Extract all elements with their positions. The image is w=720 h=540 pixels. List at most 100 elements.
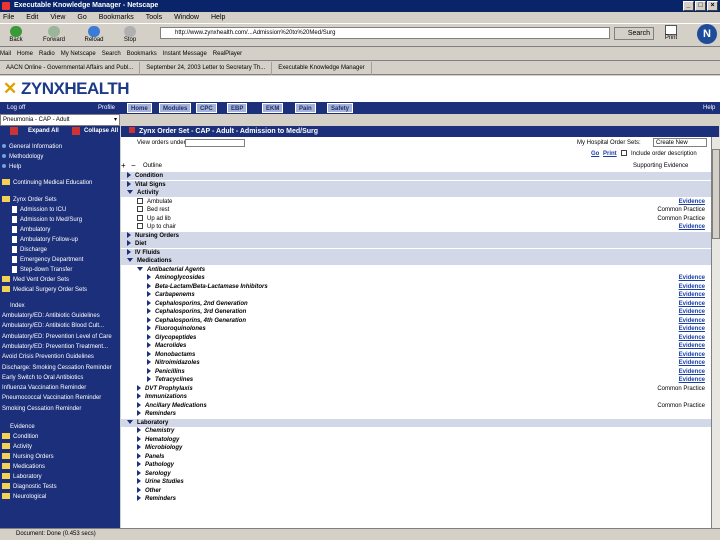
personal-toolbar-item[interactable]: Bookmarks [127, 47, 157, 61]
order-set-folder[interactable]: Medical Surgery Order Sets [2, 286, 87, 295]
triangle-right-icon[interactable] [137, 410, 141, 417]
back-button[interactable]: Back [4, 26, 28, 46]
order-row[interactable]: Reminders [121, 410, 711, 418]
order-row[interactable]: Antibacterial Agents [121, 266, 711, 274]
order-set-link[interactable]: Discharge [12, 246, 47, 255]
evidence-link[interactable]: Nursing Orders [2, 453, 54, 462]
index-link[interactable]: Influenza Vaccination Reminder [2, 384, 86, 393]
order-item[interactable]: Monobactams [147, 350, 195, 359]
browser-tab[interactable]: September 24, 2003 Letter to Secretary T… [140, 62, 273, 75]
order-row[interactable]: Activity [121, 189, 711, 197]
order-row[interactable]: Penicillins Evidence [121, 367, 711, 376]
order-row[interactable]: Urine Studies [121, 478, 711, 486]
triangle-down-icon[interactable] [127, 258, 133, 263]
personal-toolbar-item[interactable]: Search [102, 47, 121, 61]
order-row[interactable]: Aminoglycosides Evidence [121, 274, 711, 282]
order-row[interactable]: Cephalosporins, 3rd Generation Evidence [121, 308, 711, 316]
evidence-link[interactable]: Evidence [679, 223, 705, 231]
triangle-right-icon[interactable] [147, 376, 151, 383]
order-row[interactable]: Chemistry [121, 427, 711, 435]
outline-collapse-button[interactable]: − [131, 162, 136, 170]
triangle-right-icon[interactable] [147, 333, 151, 340]
order-row[interactable]: Cephalosporins, 2nd Generation Evidence [121, 299, 711, 308]
nav-ekm[interactable]: EKM [262, 103, 284, 113]
checkbox-icon[interactable] [137, 223, 143, 230]
order-item[interactable]: Immunizations [137, 393, 187, 401]
triangle-right-icon[interactable] [137, 444, 141, 451]
order-item[interactable]: Condition [127, 172, 163, 180]
triangle-right-icon[interactable] [147, 359, 151, 366]
scrollbar-thumb[interactable] [712, 149, 720, 239]
evidence-link[interactable]: Evidence [679, 368, 705, 376]
order-item[interactable]: Cephalosporins, 4th Generation [147, 316, 246, 325]
order-set-link[interactable]: Admission to Med/Surg [12, 216, 82, 225]
order-row[interactable]: Tetracyclines Evidence [121, 376, 711, 384]
order-item[interactable]: Other [137, 486, 161, 495]
triangle-right-icon[interactable] [147, 367, 151, 374]
triangle-right-icon[interactable] [137, 384, 141, 391]
order-row[interactable]: DVT Prophylaxis Common Practice [121, 384, 711, 393]
order-row[interactable]: Pathology [121, 461, 711, 469]
main-scrollbar[interactable] [711, 137, 720, 528]
order-row[interactable]: Cephalosporins, 4th Generation Evidence [121, 316, 711, 325]
order-row[interactable]: Glycopeptides Evidence [121, 333, 711, 342]
triangle-right-icon[interactable] [137, 469, 141, 476]
index-link[interactable]: Discharge: Smoking Cessation Reminder [2, 364, 112, 373]
triangle-down-icon[interactable] [127, 419, 133, 424]
order-item[interactable]: Panels [137, 452, 164, 461]
order-row[interactable]: Nursing Orders [121, 231, 711, 240]
menu-item[interactable]: File [3, 14, 14, 21]
personal-toolbar-item[interactable]: RealPlayer [213, 47, 242, 61]
url-input[interactable]: http://www.zynxhealth.com/...Admission%2… [160, 27, 610, 39]
print-link[interactable]: Print [603, 150, 617, 158]
order-item[interactable]: Up ad lib [137, 214, 171, 223]
triangle-right-icon[interactable] [147, 291, 151, 298]
triangle-right-icon[interactable] [127, 248, 131, 255]
triangle-right-icon[interactable] [137, 435, 141, 442]
order-item[interactable]: Reminders [137, 410, 176, 418]
evidence-link[interactable]: Diagnostic Tests [2, 483, 57, 492]
profile-link[interactable]: Profile [95, 103, 118, 113]
evidence-link[interactable]: Evidence [679, 334, 705, 342]
print-button[interactable]: Print [660, 24, 682, 46]
nav-home[interactable]: Home [127, 103, 152, 113]
workflow-select[interactable]: Pneumonia - CAP - Adult ▾ [0, 114, 120, 126]
checkbox-icon[interactable] [137, 197, 143, 204]
order-row[interactable]: Other [121, 486, 711, 495]
order-item[interactable]: Vital Signs [127, 180, 166, 189]
triangle-right-icon[interactable] [137, 461, 141, 468]
order-item[interactable]: Beta-Lactam/Beta-Lactamase Inhibitors [147, 282, 268, 291]
help-link[interactable]: Help [700, 103, 718, 113]
order-set-link[interactable]: Admission to ICU [12, 206, 66, 215]
personal-toolbar-item[interactable]: Mail [0, 47, 11, 61]
triangle-right-icon[interactable] [127, 231, 131, 238]
order-set-folder[interactable]: Med Vent Order Sets [2, 276, 69, 285]
order-row[interactable]: Ancillary Medications Common Practice [121, 401, 711, 410]
evidence-link[interactable]: Evidence [679, 317, 705, 325]
evidence-link[interactable]: Evidence [679, 283, 705, 291]
order-item[interactable]: Chemistry [137, 427, 174, 435]
personal-toolbar-item[interactable]: My Netscape [61, 47, 96, 61]
evidence-link[interactable]: Laboratory [2, 473, 42, 482]
order-row[interactable]: Monobactams Evidence [121, 350, 711, 359]
nav-pain[interactable]: Pain [295, 103, 316, 113]
triangle-right-icon[interactable] [147, 274, 151, 281]
checkbox-icon[interactable] [137, 214, 143, 221]
evidence-link[interactable]: Evidence [679, 308, 705, 316]
triangle-right-icon[interactable] [137, 393, 141, 400]
triangle-right-icon[interactable] [147, 350, 151, 357]
index-link[interactable]: Ambulatory/ED: Antibiotic Guidelines [2, 312, 100, 321]
order-item[interactable]: Cephalosporins, 2nd Generation [147, 299, 248, 308]
evidence-link[interactable]: Evidence [679, 342, 705, 350]
browser-tab[interactable]: AACN Online - Governmental Affairs and P… [0, 62, 141, 75]
minimize-icon[interactable]: _ [683, 1, 694, 11]
left-link[interactable]: Methodology [2, 153, 43, 162]
triangle-right-icon[interactable] [127, 180, 131, 187]
collapse-all-button[interactable]: Collapse All [84, 126, 118, 136]
order-row[interactable]: Bed rest Common Practice [121, 206, 711, 214]
triangle-down-icon[interactable] [137, 266, 143, 271]
order-item[interactable]: Penicillins [147, 367, 185, 376]
order-row[interactable]: Diet [121, 240, 711, 248]
menu-item[interactable]: View [50, 14, 65, 21]
order-set-link[interactable]: Step-down Transfer [12, 266, 72, 275]
